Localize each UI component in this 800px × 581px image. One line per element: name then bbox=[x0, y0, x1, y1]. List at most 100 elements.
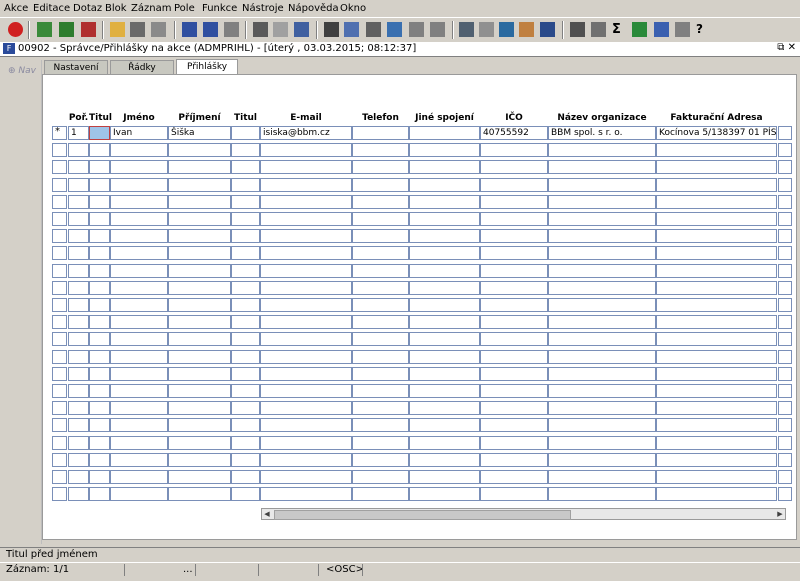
grid-cell[interactable]: isiska@bbm.cz bbox=[260, 126, 352, 140]
grid-cell[interactable] bbox=[409, 195, 480, 209]
grid-cell[interactable] bbox=[548, 367, 656, 381]
cut-icon[interactable] bbox=[324, 22, 339, 37]
grid-cell[interactable] bbox=[68, 453, 89, 467]
grid-cell[interactable] bbox=[480, 350, 548, 364]
row-marker[interactable] bbox=[52, 195, 67, 209]
grid-cell[interactable] bbox=[110, 143, 168, 157]
email-icon[interactable] bbox=[294, 22, 309, 37]
grid-cell[interactable] bbox=[89, 350, 110, 364]
grid-cell[interactable] bbox=[548, 229, 656, 243]
grid-cell[interactable] bbox=[352, 195, 409, 209]
grid-cell[interactable] bbox=[231, 401, 260, 415]
menu-blok[interactable]: Blok bbox=[105, 3, 127, 14]
grid-cell[interactable] bbox=[260, 212, 352, 226]
grid-cell[interactable] bbox=[548, 264, 656, 278]
grid-cell[interactable] bbox=[480, 384, 548, 398]
grid-cell[interactable] bbox=[409, 298, 480, 312]
grid-cell[interactable] bbox=[110, 384, 168, 398]
grid-cell[interactable] bbox=[231, 350, 260, 364]
grid-cell[interactable] bbox=[168, 350, 231, 364]
menu-okno[interactable]: Okno bbox=[340, 3, 366, 14]
grid-cell[interactable] bbox=[352, 264, 409, 278]
row-marker[interactable] bbox=[52, 298, 67, 312]
grid-cell[interactable] bbox=[260, 367, 352, 381]
grid-cell[interactable] bbox=[89, 401, 110, 415]
grid-cell[interactable] bbox=[68, 143, 89, 157]
grid-cell[interactable] bbox=[110, 212, 168, 226]
grid-cell[interactable] bbox=[110, 470, 168, 484]
grid-cell[interactable] bbox=[409, 367, 480, 381]
grid-cell[interactable] bbox=[548, 350, 656, 364]
row-marker[interactable] bbox=[52, 453, 67, 467]
grid-cell[interactable] bbox=[409, 418, 480, 432]
grid-cell[interactable] bbox=[231, 246, 260, 260]
grid-cell[interactable] bbox=[260, 160, 352, 174]
tab-nastaveni[interactable]: Nastavení bbox=[44, 60, 108, 74]
grid-cell[interactable] bbox=[656, 143, 777, 157]
grid-cell[interactable] bbox=[110, 178, 168, 192]
grid-cell-overflow[interactable] bbox=[778, 418, 792, 432]
grid-cell[interactable] bbox=[68, 264, 89, 278]
grid-cell[interactable] bbox=[409, 315, 480, 329]
grid-cell-overflow[interactable] bbox=[778, 384, 792, 398]
grid-cell-overflow[interactable] bbox=[778, 436, 792, 450]
grid-cell[interactable] bbox=[168, 212, 231, 226]
copy-icon[interactable] bbox=[344, 22, 359, 37]
menu-napoveda[interactable]: Nápověda bbox=[288, 3, 339, 14]
row-marker[interactable] bbox=[52, 418, 67, 432]
grid-cell[interactable] bbox=[352, 453, 409, 467]
grid-cell[interactable] bbox=[480, 229, 548, 243]
grid-cell[interactable] bbox=[168, 195, 231, 209]
grid-cell[interactable] bbox=[68, 436, 89, 450]
grid-cell[interactable] bbox=[260, 470, 352, 484]
grid-cell[interactable] bbox=[480, 367, 548, 381]
grid-cell[interactable] bbox=[168, 315, 231, 329]
execute-query-icon[interactable] bbox=[130, 22, 145, 37]
grid-cell[interactable] bbox=[480, 246, 548, 260]
grid-cell[interactable] bbox=[409, 178, 480, 192]
grid-cell[interactable] bbox=[168, 281, 231, 295]
row-marker[interactable] bbox=[52, 212, 67, 226]
insert-icon[interactable] bbox=[409, 22, 424, 37]
grid-cell[interactable] bbox=[168, 298, 231, 312]
row-marker[interactable] bbox=[52, 470, 67, 484]
grid-cell[interactable] bbox=[89, 315, 110, 329]
grid-cell-overflow[interactable] bbox=[778, 246, 792, 260]
grid-cell[interactable] bbox=[89, 178, 110, 192]
row-marker[interactable] bbox=[52, 332, 67, 346]
grid-cell[interactable] bbox=[89, 195, 110, 209]
grid-cell[interactable] bbox=[68, 229, 89, 243]
grid-cell[interactable] bbox=[68, 160, 89, 174]
grid-cell[interactable] bbox=[548, 178, 656, 192]
grid-cell[interactable] bbox=[480, 160, 548, 174]
grid-cell[interactable] bbox=[352, 298, 409, 312]
grid-cell[interactable] bbox=[409, 126, 480, 140]
row-marker[interactable] bbox=[52, 350, 67, 364]
save-icon[interactable] bbox=[37, 22, 52, 37]
help-icon[interactable]: ? bbox=[696, 22, 711, 37]
scroll-right-icon[interactable]: ▶ bbox=[775, 509, 785, 519]
menu-funkce[interactable]: Funkce bbox=[202, 3, 237, 14]
grid-cell[interactable] bbox=[231, 453, 260, 467]
menu-pole[interactable]: Pole bbox=[174, 3, 195, 14]
grid-cell[interactable] bbox=[260, 332, 352, 346]
delete-icon[interactable] bbox=[81, 22, 96, 37]
grid-cell-overflow[interactable] bbox=[778, 367, 792, 381]
grid-cell[interactable] bbox=[548, 401, 656, 415]
grid-cell-overflow[interactable] bbox=[778, 126, 792, 140]
grid-cell[interactable] bbox=[68, 401, 89, 415]
grid-cell[interactable] bbox=[548, 384, 656, 398]
grid-cell[interactable] bbox=[409, 212, 480, 226]
grid-cell[interactable] bbox=[110, 264, 168, 278]
grid-cell[interactable] bbox=[480, 315, 548, 329]
grid-cell[interactable] bbox=[260, 246, 352, 260]
grid-cell[interactable] bbox=[656, 212, 777, 226]
grid-cell[interactable] bbox=[68, 487, 89, 501]
grid-cell[interactable] bbox=[656, 160, 777, 174]
grid-cell[interactable] bbox=[89, 160, 110, 174]
grid-cell[interactable] bbox=[409, 384, 480, 398]
grid-cell[interactable] bbox=[89, 143, 110, 157]
grid-cell[interactable]: Ivan bbox=[110, 126, 168, 140]
cancel-query-icon[interactable] bbox=[151, 22, 166, 37]
grid-cell[interactable] bbox=[168, 264, 231, 278]
